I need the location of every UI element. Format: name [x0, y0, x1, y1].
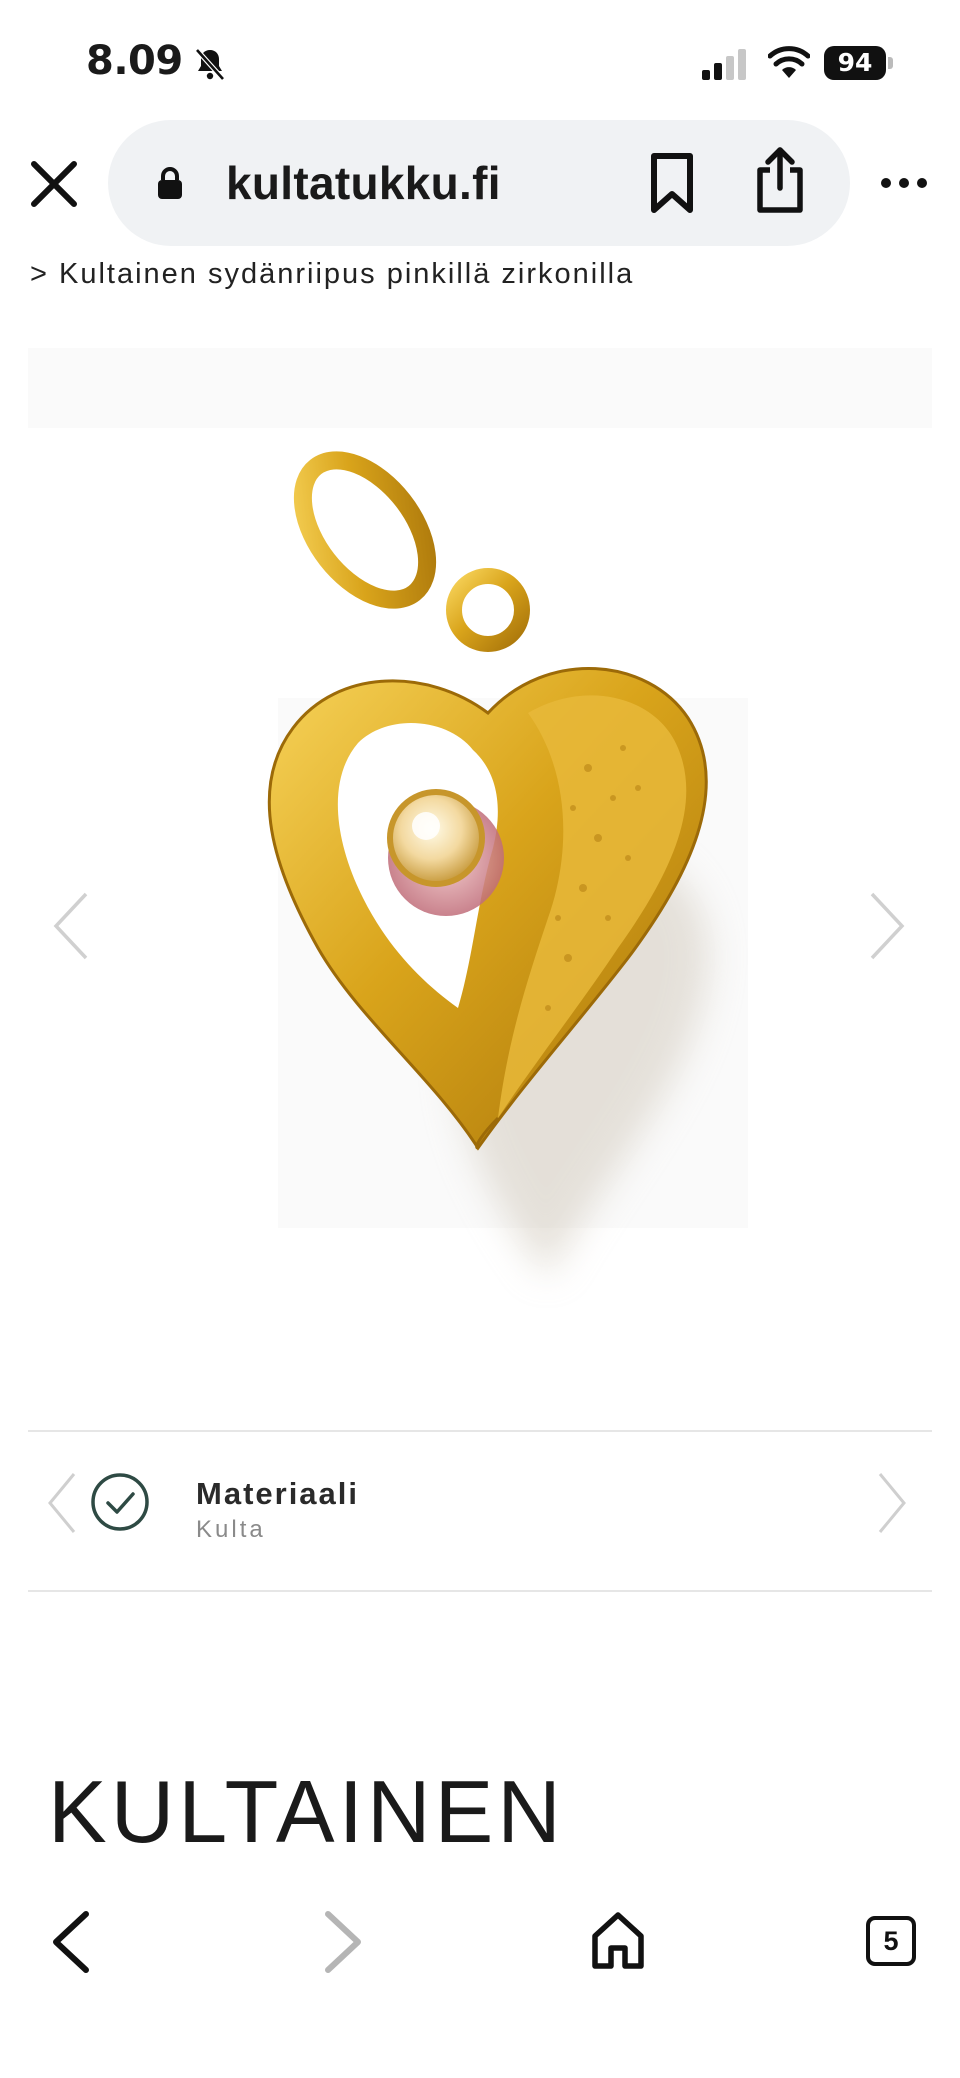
breadcrumb[interactable]: > Kultainen sydänriipus pinkillä zirkoni…	[30, 258, 634, 291]
address-bar[interactable]: kultatukku.fi	[108, 120, 850, 246]
share-icon[interactable]	[754, 146, 806, 214]
forward-arrow-icon[interactable]	[322, 1910, 366, 1974]
battery-level: 94	[824, 46, 886, 80]
bell-slash-icon	[195, 48, 225, 81]
browser-toolbar: 5	[0, 1880, 960, 2078]
product-title-container: KULTAINEN SYDÄNRIIPUS	[0, 1740, 960, 1880]
cellular-signal-icon	[702, 49, 746, 80]
wifi-icon	[768, 46, 810, 78]
gallery-next-arrow-icon[interactable]	[868, 890, 908, 962]
status-bar: 8.09 94	[0, 0, 960, 120]
gallery-prev-arrow-icon[interactable]	[50, 890, 90, 962]
material-next-arrow-icon[interactable]	[876, 1470, 910, 1536]
bookmark-icon[interactable]	[648, 152, 696, 214]
back-arrow-icon[interactable]	[48, 1910, 92, 1974]
material-label: Materiaali	[196, 1476, 360, 1511]
check-circle-icon	[91, 1473, 149, 1531]
product-image[interactable]	[28, 318, 932, 1428]
more-icon[interactable]	[880, 170, 928, 196]
divider	[28, 1590, 932, 1592]
product-title: KULTAINEN SYDÄNRIIPUS	[48, 1762, 685, 1880]
battery-icon: 94	[824, 46, 894, 80]
status-time: 8.09	[86, 38, 183, 84]
material-value: Kulta	[196, 1516, 266, 1543]
tabs-icon[interactable]: 5	[866, 1916, 916, 1966]
home-icon[interactable]	[590, 1910, 646, 1972]
url-text[interactable]: kultatukku.fi	[226, 156, 501, 210]
close-icon[interactable]	[28, 158, 80, 210]
lock-icon	[158, 167, 182, 199]
battery-tip	[888, 57, 893, 69]
divider	[28, 1430, 932, 1432]
material-prev-arrow-icon[interactable]	[44, 1470, 78, 1536]
